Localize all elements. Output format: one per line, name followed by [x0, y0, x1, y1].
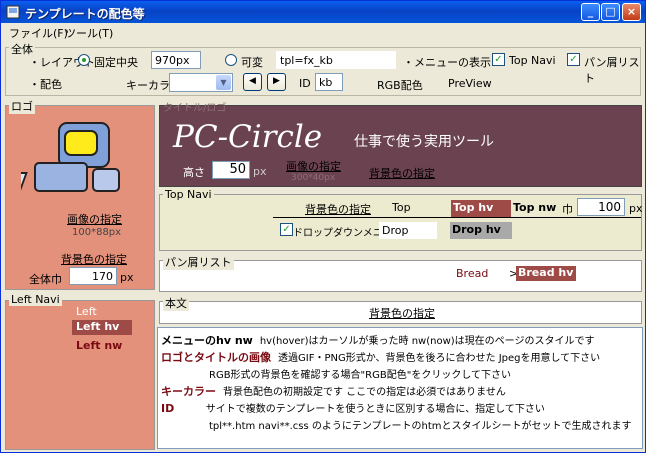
help-list: メニューのhv nw hv(hover)はカーソルが乗った時 nw(now)は現…: [161, 332, 639, 434]
total-width-unit: px: [120, 271, 134, 284]
logo-image-link[interactable]: 画像の指定: [67, 211, 122, 227]
help-line: ID サイトで複数のテンプレートを使うときに区別する場合に、指定して下さい: [161, 402, 545, 415]
topnavi-width-input[interactable]: 100: [577, 198, 625, 216]
topnavi-top[interactable]: Top: [392, 201, 411, 214]
header-image-link[interactable]: 画像の指定: [286, 158, 341, 174]
leftnavi-left-hv[interactable]: Left hv: [72, 320, 132, 335]
total-width-input[interactable]: 170: [69, 267, 117, 285]
topnavi-width-label: 巾: [562, 203, 573, 216]
close-button[interactable]: ×: [622, 3, 641, 21]
id-input[interactable]: kb: [315, 73, 343, 91]
site-subtitle: 仕事で使う実用ツール: [354, 134, 494, 150]
chevron-down-icon: ▼: [216, 75, 231, 90]
header-image-size: 300*40px: [291, 173, 336, 183]
preview-button[interactable]: PreView: [448, 77, 492, 90]
help-line: メニューのhv nw hv(hover)はカーソルが乗った時 nw(now)は現…: [161, 334, 595, 347]
title-bar[interactable]: テンプレートの配色等 _ □ ×: [1, 1, 645, 23]
body-legend: 本文: [163, 295, 189, 311]
help-line: tpl**.htm navi**.css のようにテンプレートのhtmとスタイル…: [209, 421, 632, 432]
minimize-button[interactable]: _: [581, 3, 600, 21]
topnavi-drop-hv[interactable]: Drop hv: [450, 222, 512, 239]
header-bg-link[interactable]: 背景色の指定: [369, 165, 435, 181]
topnavi-width-unit: px: [629, 202, 643, 215]
logo-bg-link[interactable]: 背景色の指定: [61, 251, 127, 267]
menu-tool[interactable]: ツール(T): [65, 25, 113, 41]
rgb-button[interactable]: RGB配色: [377, 77, 423, 93]
topnavi-top-hv[interactable]: Top hv: [451, 200, 511, 217]
total-width-label: 全体巾: [29, 273, 62, 286]
topnavi-top-nw[interactable]: Top nw: [513, 201, 556, 214]
help-line: RGB形式の背景色を確認する場合"RGB配色"をクリックして下さい: [209, 370, 512, 381]
layout-width-input[interactable]: 970px: [151, 51, 201, 69]
app-icon: [6, 5, 20, 19]
maximize-button[interactable]: □: [601, 3, 620, 21]
site-title: PC-Circle: [173, 119, 323, 155]
help-line: キーカラー 背景色配色の初期設定です ここでの指定は必須ではありません: [161, 385, 506, 398]
dropdown-checkbox[interactable]: ✓: [280, 223, 293, 236]
next-color-button[interactable]: ▶: [267, 73, 286, 91]
menu-display-label: ・メニューの表示: [403, 56, 491, 69]
breadcrumb-bread-hv[interactable]: Bread hv: [516, 266, 576, 281]
variable-label: 可変: [241, 56, 263, 69]
topnavi-divider: [273, 217, 641, 218]
template-name-input[interactable]: tpl=fx_kb: [276, 51, 396, 69]
prev-color-button[interactable]: ◀: [243, 73, 262, 91]
help-line: ロゴとタイトルの画像 透過GIF・PNG形式か、背景色を後ろに合わせた Jpeg…: [161, 351, 601, 364]
breadcrumb-bread[interactable]: Bread: [456, 267, 488, 280]
variable-radio[interactable]: [225, 54, 237, 66]
menu-file[interactable]: ファイル(F): [9, 25, 68, 41]
topnavi-checkbox[interactable]: ✓: [492, 53, 505, 66]
menu-bar: ファイル(F) ツール(T): [1, 23, 645, 40]
topnavi-bg-link[interactable]: 背景色の指定: [305, 201, 371, 217]
computer-logo-icon: [21, 122, 120, 192]
topnavi-checkbox-label: Top Navi: [509, 54, 556, 67]
header-height-unit: px: [253, 165, 267, 178]
leftnavi-left-nw[interactable]: Left nw: [76, 339, 122, 352]
fixed-center-label: 固定中央: [94, 56, 138, 69]
breadcrumb-checkbox-label: パン屑リスト: [584, 56, 640, 85]
fixed-center-radio[interactable]: [78, 54, 90, 66]
leftnavi-left[interactable]: Left: [76, 305, 97, 318]
header-legend: タイトル/ロゴ: [163, 103, 227, 114]
header-height-label: 高さ: [183, 166, 205, 179]
body-bg-link[interactable]: 背景色の指定: [369, 305, 435, 321]
breadcrumb-legend: パン屑リスト: [163, 254, 234, 270]
app-window: テンプレートの配色等 _ □ × ファイル(F) ツール(T) 全体 ・レイアウ…: [0, 0, 646, 453]
topnavi-legend: Top Navi: [163, 188, 214, 201]
header-height-input[interactable]: 50: [212, 161, 250, 179]
color-label: ・配色: [29, 78, 62, 91]
breadcrumb-checkbox[interactable]: ✓: [567, 53, 580, 66]
logo-image-size: 100*88px: [72, 227, 122, 238]
leftnavi-legend: Left Navi: [9, 293, 62, 306]
window-title: テンプレートの配色等: [25, 7, 145, 21]
keycolor-select[interactable]: ▼: [169, 73, 233, 92]
topnavi-drop[interactable]: Drop: [379, 222, 437, 239]
id-label: ID: [299, 77, 311, 90]
